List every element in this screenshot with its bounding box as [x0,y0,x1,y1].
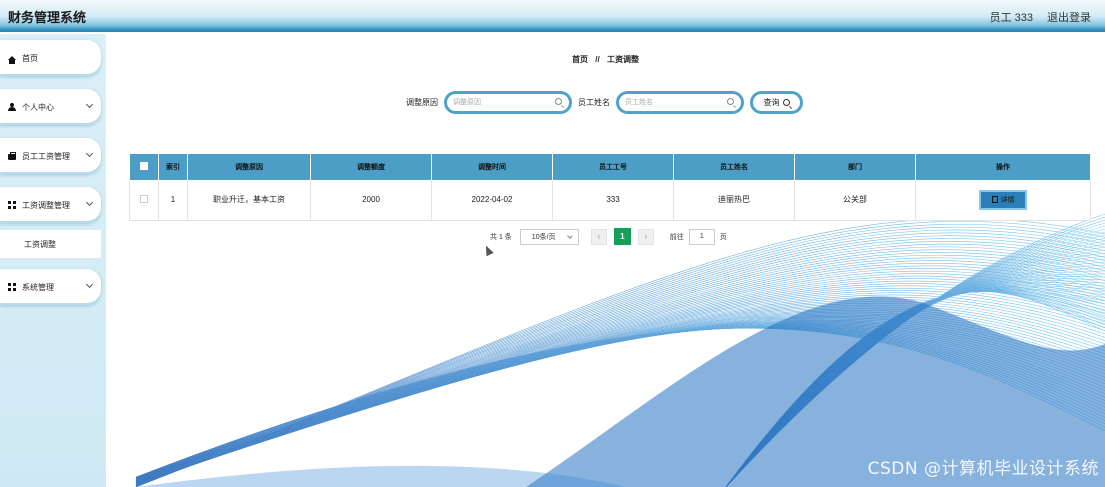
sidebar-subitem-salary-adjust[interactable]: 工资调整 [0,230,101,258]
column-header: 调整原因 [187,154,311,180]
sidebar-item-label: 首页 [22,53,38,63]
cell-time: 2022-04-02 [431,180,553,221]
user-area: 员工 333 退出登录 [990,9,1091,25]
search-bar: 调整原因 员工姓名 查询 [406,91,803,114]
table-row: 1 职业升迁，基本工资 2000 2022-04-02 333 迪丽热巴 公关部… [129,180,1091,221]
goto-label: 前往 [669,233,684,241]
pagination: 共 1 条 10条/页 ‹ 1 › 前往 1 页 [490,228,727,245]
column-header: 员工工号 [552,154,674,180]
chevron-down-icon [85,149,94,158]
page-size-select[interactable]: 10条/页 [519,228,579,245]
chevron-down-icon [85,280,94,289]
logout-link[interactable]: 退出登录 [1047,9,1091,25]
search-icon [727,98,734,105]
sidebar-item-salary-management[interactable]: 员工工资管理 [0,138,101,174]
prev-page-button[interactable]: ‹ [590,228,607,245]
row-select-cell [129,180,159,221]
column-header: 操作 [915,154,1091,180]
current-user-label[interactable]: 员工 333 [990,9,1033,25]
page-number-current[interactable]: 1 [613,228,631,245]
briefcase-icon [8,152,16,160]
next-page-button[interactable]: › [637,228,654,245]
breadcrumb: 首页 // 工资调整 [106,54,1105,65]
salary-adjustment-table: 索引 调整原因 调整额度 调整时间 员工工号 员工姓名 部门 操作 1 职业升迁… [129,154,1091,221]
employee-name-label: 员工姓名 [578,98,610,107]
employee-name-search-input[interactable] [619,94,719,111]
main-content: 首页 // 工资调整 调整原因 员工姓名 查询 索 [106,34,1105,487]
app-title: 财务管理系统 [8,10,87,25]
grid-icon [8,201,16,209]
sidebar-item-salary-adjustment[interactable]: 工资调整管理 [0,187,101,223]
column-header: 索引 [158,154,188,180]
breadcrumb-current: 工资调整 [606,55,639,64]
cell-department: 公关部 [794,180,916,221]
cell-actions: 详情 [915,180,1091,221]
sidebar-item-label: 工资调整管理 [22,200,70,210]
sidebar-item-label: 个人中心 [22,102,54,112]
chevron-down-icon [85,100,94,109]
sidebar-item-label: 系统管理 [22,282,54,292]
sidebar: 首页 个人中心 员工工资管理 工资调整管理 工资调整 系统管理 [0,34,106,487]
home-icon [8,56,16,64]
detail-button-label: 详情 [1000,196,1015,204]
chevron-down-icon [566,232,573,239]
column-header: 部门 [794,154,916,180]
reason-search-input[interactable] [447,94,547,111]
search-icon [555,98,562,105]
sidebar-item-system-management[interactable]: 系统管理 [0,269,101,305]
page-size-value: 10条/页 [531,233,556,241]
breadcrumb-separator: // [595,55,600,64]
total-count: 共 1 条 [490,233,512,241]
chevron-down-icon [85,198,94,207]
column-header: 调整额度 [310,154,432,180]
detail-button[interactable]: 详情 [979,189,1027,210]
document-icon [991,196,998,204]
query-button-label: 查询 [763,98,780,107]
page-unit-label: 页 [719,233,727,241]
select-all-checkbox[interactable] [139,162,148,170]
sidebar-item-home[interactable]: 首页 [0,40,101,76]
cell-index: 1 [158,180,188,221]
cell-employee-number: 333 [552,180,674,221]
name-search-field [616,91,744,114]
reason-search-field [444,91,572,114]
row-checkbox[interactable] [140,194,148,203]
search-icon [782,99,790,106]
reason-label: 调整原因 [406,98,438,107]
select-all-cell [129,154,159,180]
grid-icon [8,283,16,291]
cell-reason: 职业升迁，基本工资 [187,180,311,221]
cell-employee-name: 迪丽热巴 [673,180,795,221]
user-icon [8,103,16,111]
watermark: CSDN @计算机毕业设计系统 [867,459,1099,479]
query-button[interactable]: 查询 [750,91,803,114]
column-header: 员工姓名 [673,154,795,180]
cell-amount: 2000 [310,180,432,221]
goto-page-input[interactable]: 1 [688,228,715,245]
column-header: 调整时间 [431,154,553,180]
table-header-row: 索引 调整原因 调整额度 调整时间 员工工号 员工姓名 部门 操作 [129,154,1091,180]
top-header: 财务管理系统 员工 333 退出登录 [0,0,1105,32]
breadcrumb-home[interactable]: 首页 [572,55,588,64]
sidebar-item-label: 员工工资管理 [22,151,70,161]
sidebar-item-personal-center[interactable]: 个人中心 [0,89,101,125]
